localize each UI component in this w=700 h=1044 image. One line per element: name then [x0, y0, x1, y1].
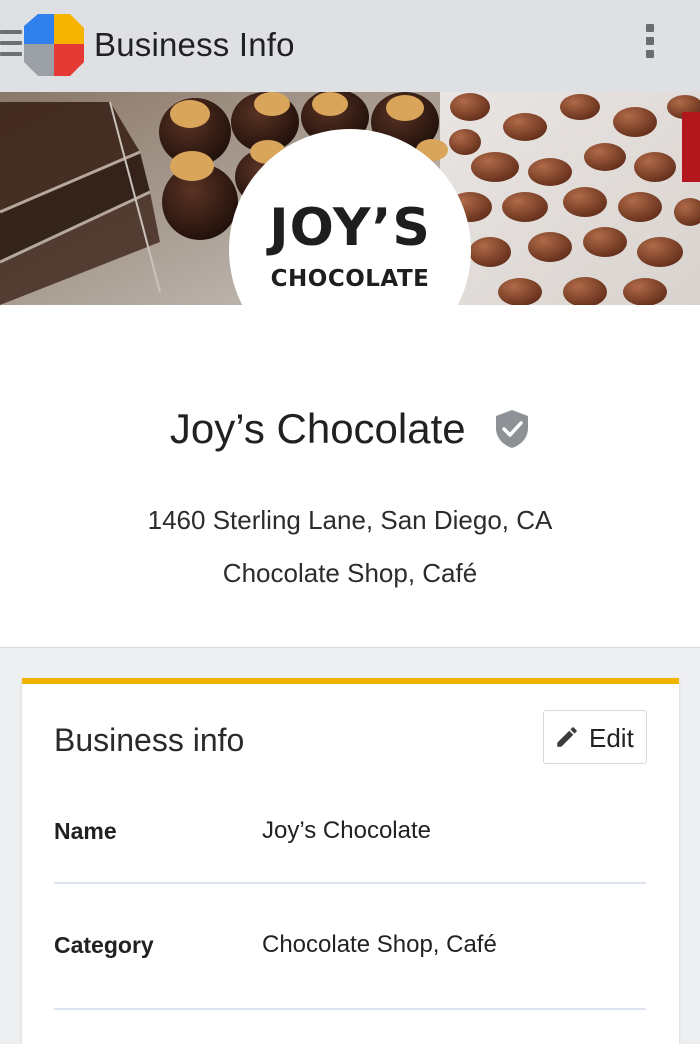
info-row-name[interactable]: Name Joy’s Chocolate: [54, 794, 646, 884]
business-name: Joy’s Chocolate: [169, 405, 466, 452]
edit-label: Edit: [589, 723, 634, 753]
business-address: 1460 Sterling Lane, San Diego, CA: [147, 505, 553, 535]
row-label: Category: [54, 932, 154, 958]
pencil-icon: [557, 727, 577, 747]
google-my-business-logo: [24, 14, 84, 76]
business-header: Joy’s Chocolate 1460 Sterling Lane, San …: [0, 305, 700, 648]
verified-shield-icon: [496, 410, 529, 448]
menu-icon[interactable]: [0, 30, 22, 62]
edit-button[interactable]: Edit: [543, 710, 647, 764]
row-value: Joy’s Chocolate: [262, 817, 431, 844]
business-info-card: Business info Edit Name Joy’s Chocolate …: [22, 678, 679, 1044]
row-label: Name: [54, 818, 117, 844]
app-bar: Business Info: [0, 0, 700, 92]
brand-logo-name: JOY’S: [269, 198, 431, 258]
more-vert-icon[interactable]: [644, 24, 656, 66]
app-bar-title: Business Info: [94, 26, 295, 63]
business-title-row: Joy’s Chocolate: [0, 405, 700, 453]
info-row-category[interactable]: Category Chocolate Shop, Café: [54, 884, 646, 1010]
card-title: Business info: [54, 722, 245, 758]
business-categories: Chocolate Shop, Café: [222, 558, 478, 588]
row-value: Chocolate Shop, Café: [262, 931, 497, 958]
brand-logo-subtitle: CHOCOLATE: [270, 266, 430, 292]
